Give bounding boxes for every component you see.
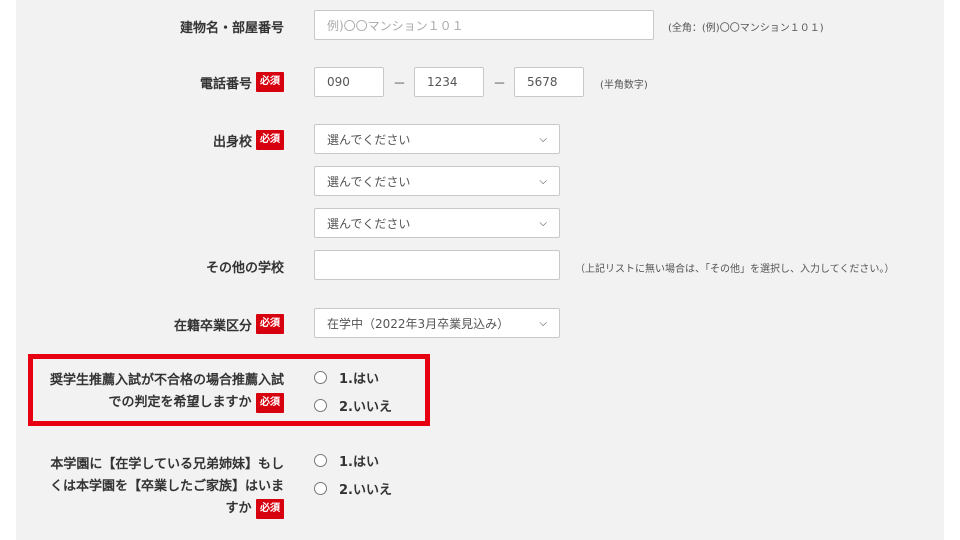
phone-input-2[interactable]: 1234 [414,67,484,97]
phone-input-1[interactable]: 090 [314,67,384,97]
scholarship-option-yes[interactable]: 1.はい [314,368,379,387]
chevron-down-icon: ⌵ [539,317,547,329]
school-label: 出身校 必須 [213,130,284,150]
required-badge: 必須 [256,72,284,92]
chevron-down-icon: ⌵ [539,133,547,145]
sibling-option-no[interactable]: 2.いいえ [314,479,392,498]
phone-separator: － [493,77,507,92]
chevron-down-icon: ⌵ [539,175,547,187]
building-input[interactable]: 例)〇〇マンション１０１ [314,10,654,40]
radio-button[interactable] [314,371,327,384]
scholarship-option-no[interactable]: 2.いいえ [314,396,392,415]
school-select-1[interactable]: 選んでください ⌵ [314,124,560,154]
chevron-down-icon: ⌵ [539,217,547,229]
school-select-2[interactable]: 選んでください ⌵ [314,166,560,196]
building-note: (全角：(例)〇〇マンション１０１) [668,23,824,34]
building-label: 建物名・部屋番号 [179,21,284,36]
other-school-label: その他の学校 [205,261,284,276]
phone-label: 電話番号 必須 [200,72,284,92]
radio-button[interactable] [314,454,327,467]
phone-input-3[interactable]: 5678 [514,67,584,97]
phone-separator: － [393,77,407,92]
school-select-3[interactable]: 選んでください ⌵ [314,208,560,238]
required-badge: 必須 [256,130,284,150]
sibling-option-yes[interactable]: 1.はい [314,451,379,470]
radio-button[interactable] [314,399,327,412]
sibling-label: 本学園に【在学している兄弟姉妹】もしくは本学園を【卒業したご家族】はいますか 必… [44,454,284,520]
other-school-input[interactable] [314,250,560,280]
radio-button[interactable] [314,482,327,495]
other-school-note: （上記リストに無い場合は、「その他」を選択し、入力してください。） [575,264,895,275]
scholarship-label: 奨学生推薦入試が不合格の場合推薦入試での判定を希望しますか 必須 [44,370,284,414]
phone-note: (半角数字) [600,80,648,91]
required-badge: 必須 [256,498,284,519]
enrollment-select[interactable]: 在学中（2022年3月卒業見込み） ⌵ [314,308,560,338]
required-badge: 必須 [256,314,284,334]
required-badge: 必須 [256,392,284,413]
enrollment-label: 在籍卒業区分 必須 [174,314,284,334]
